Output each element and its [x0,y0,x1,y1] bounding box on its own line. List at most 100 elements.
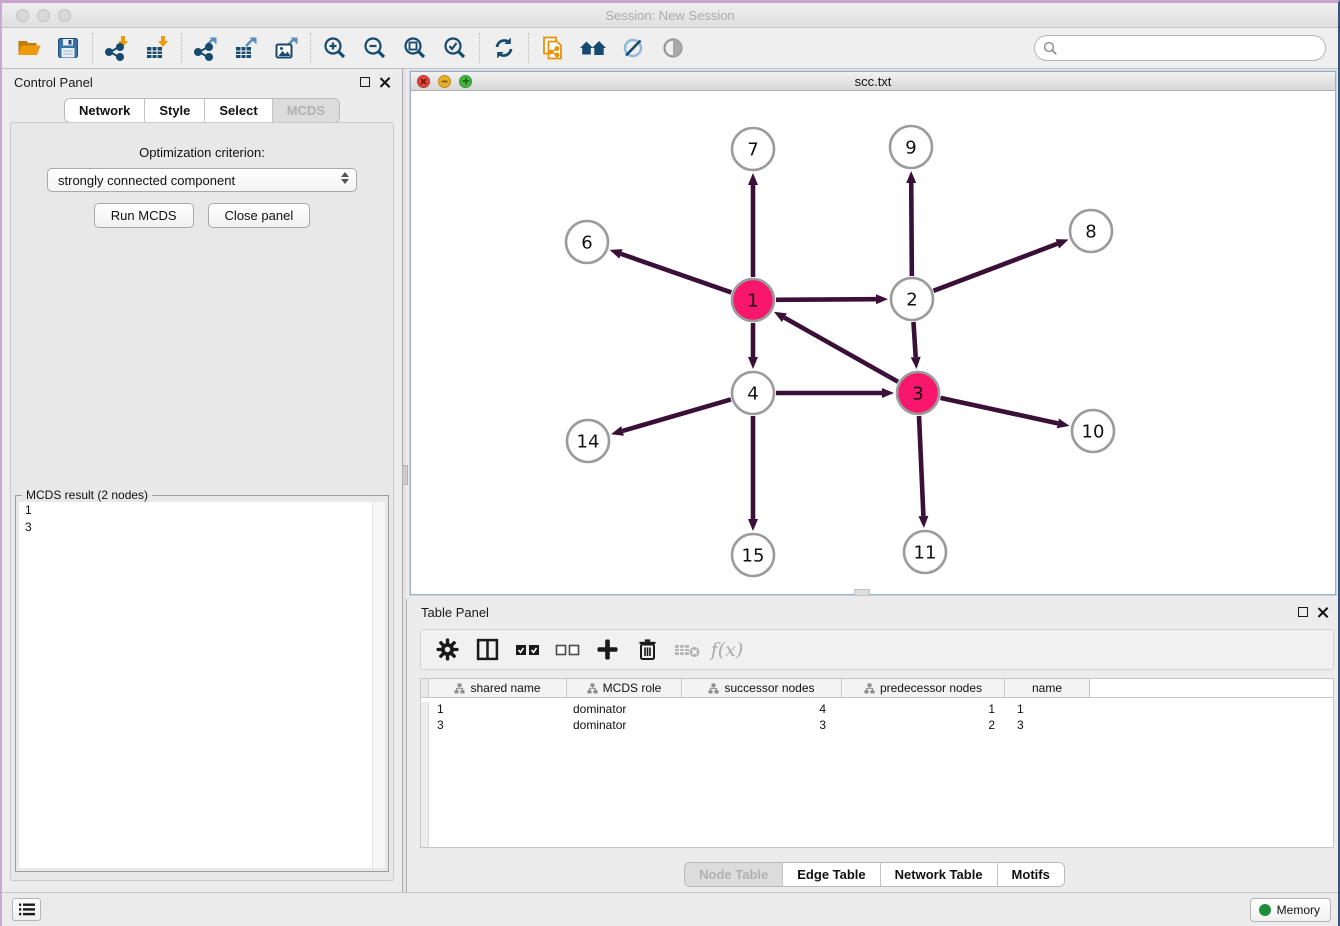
result-scrollbar[interactable] [372,502,385,868]
node-table: shared name MCDS role successor nodes pr… [420,678,1334,848]
memory-button[interactable]: Memory [1250,898,1331,922]
column-namespace-icon [864,683,875,694]
export-image-icon[interactable] [266,31,306,65]
export-table-icon[interactable] [226,31,266,65]
tab-edge-table[interactable]: Edge Table [783,863,880,886]
criterion-dropdown[interactable]: strongly connected component [47,168,357,192]
float-panel-icon[interactable] [360,77,370,87]
zoom-in-icon[interactable] [315,31,355,65]
search-input[interactable] [1034,35,1326,61]
tab-style[interactable]: Style [145,99,205,122]
status-bar: Memory [2,892,1338,926]
cell-shared-name[interactable]: 3 [429,718,567,734]
zoom-out-icon[interactable] [355,31,395,65]
mcds-panel: Optimization criterion: strongly connect… [10,122,394,881]
cell-successor-nodes[interactable]: 3 [682,718,842,734]
tab-mcds[interactable]: MCDS [273,99,339,122]
cell-predecessor-nodes[interactable]: 2 [842,718,1005,734]
cell-mcds-role[interactable]: dominator [567,702,682,718]
tab-network-table[interactable]: Network Table [881,863,998,886]
network-maximize-icon[interactable] [459,75,472,88]
toolbar-separator [479,33,480,63]
close-table-panel-icon[interactable] [1317,607,1328,618]
control-panel: Control Panel Network Style Select MCDS … [2,69,402,895]
refresh-view-icon[interactable] [484,31,524,65]
network-canvas[interactable]: 7968124314101511 [411,91,1335,594]
splitter-handle[interactable] [402,465,408,485]
select-all-rows-icon[interactable] [509,634,545,666]
table-panel-title: Table Panel [421,605,489,620]
column-namespace-icon [587,683,598,694]
column-header-name[interactable]: name [1005,679,1090,697]
run-mcds-button[interactable]: Run MCDS [94,203,194,228]
show-task-history-button[interactable] [12,898,41,921]
column-header-mcds-role[interactable]: MCDS role [567,679,682,697]
network-graph: 7968124314101511 [411,91,1335,594]
graph-edge-1-6[interactable] [621,254,731,293]
equation-builder-icon[interactable]: f(x) [709,634,745,666]
titlebar: Session: New Session [2,3,1338,28]
horizontal-splitter-handle[interactable] [854,589,870,596]
session-title: Session: New Session [2,8,1338,23]
table-row[interactable]: 3 dominator 3 2 3 [421,718,1333,734]
zoom-selected-icon[interactable] [435,31,475,65]
network-close-icon[interactable] [417,75,430,88]
column-header-successor-nodes[interactable]: successor nodes [682,679,842,697]
network-window-title: scc.txt [411,74,1335,89]
open-file-icon[interactable] [8,31,48,65]
first-neighbors-icon[interactable] [573,31,613,65]
deselect-all-rows-icon[interactable] [549,634,585,666]
show-hide-graphics-icon[interactable] [653,31,693,65]
graph-node-label: 2 [906,290,917,311]
float-table-panel-icon[interactable] [1298,607,1308,617]
fit-content-icon[interactable] [395,31,435,65]
close-panel-button[interactable]: Close panel [208,203,311,228]
tab-motifs[interactable]: Motifs [998,863,1064,886]
cell-successor-nodes[interactable]: 4 [682,702,842,718]
control-panel-title: Control Panel [14,75,93,90]
column-header-predecessor-nodes[interactable]: predecessor nodes [842,679,1005,697]
column-label: successor nodes [724,681,814,695]
table-panel: Table Panel [406,599,1340,895]
table-header-row: shared name MCDS role successor nodes pr… [421,679,1333,698]
show-column-icon[interactable] [469,634,505,666]
import-table-icon[interactable] [137,31,177,65]
network-minimize-icon[interactable] [438,75,451,88]
cell-mcds-role[interactable]: dominator [567,718,682,734]
graph-edge-2-8[interactable] [934,244,1058,291]
table-options-icon[interactable] [429,634,465,666]
cell-shared-name[interactable]: 1 [429,702,567,718]
import-network-icon[interactable] [97,31,137,65]
export-network-icon[interactable] [186,31,226,65]
cell-name[interactable]: 1 [1005,702,1090,718]
toolbar-separator [92,33,93,63]
save-session-icon[interactable] [48,31,88,65]
delete-table-icon[interactable] [669,634,705,666]
mcds-result-line: 1 [19,502,385,519]
clone-network-icon[interactable] [533,31,573,65]
close-panel-icon[interactable] [379,77,390,88]
column-label: shared name [470,681,540,695]
network-view-window: scc.txt 7968124314101511 [410,71,1336,595]
tab-node-table[interactable]: Node Table [685,863,783,886]
graph-edge-4-14[interactable] [623,399,731,431]
delete-columns-icon[interactable] [629,634,665,666]
add-column-icon[interactable] [589,634,625,666]
tab-select[interactable]: Select [205,99,272,122]
graph-edge-2-3[interactable] [913,322,915,357]
graph-edge-3-1[interactable] [784,318,898,382]
graph-edge-2-9[interactable] [911,183,912,276]
table-row[interactable]: 1 dominator 4 1 1 [421,702,1333,718]
cell-name[interactable]: 3 [1005,718,1090,734]
network-window-titlebar[interactable]: scc.txt [411,72,1335,91]
graph-edge-1-2[interactable] [776,299,876,300]
toggle-graphics-details-icon[interactable] [613,31,653,65]
mcds-result-textarea[interactable]: 1 3 [19,502,385,868]
graph-edge-3-10[interactable] [940,398,1057,423]
cell-predecessor-nodes[interactable]: 1 [842,702,1005,718]
graph-edge-3-11[interactable] [919,416,923,516]
column-header-shared-name[interactable]: shared name [429,679,567,697]
column-namespace-icon [708,683,719,694]
column-header-filler [1090,679,1333,697]
tab-network[interactable]: Network [65,99,145,122]
